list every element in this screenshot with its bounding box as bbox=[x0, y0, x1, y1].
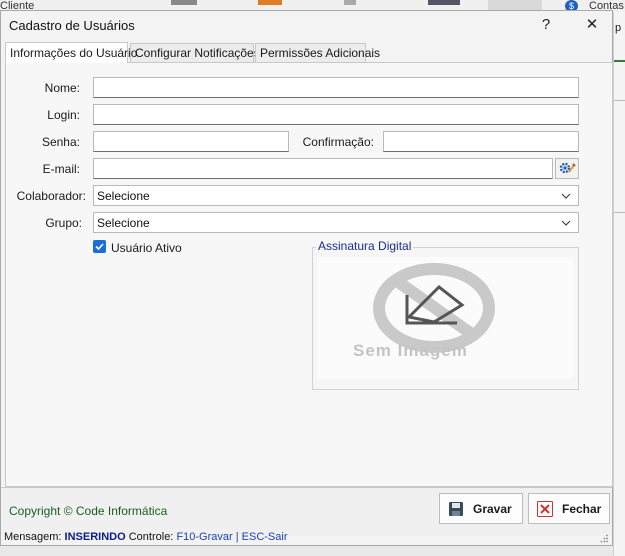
close-icon bbox=[537, 501, 553, 517]
password-field[interactable] bbox=[93, 131, 289, 152]
no-image-text: Sem Imagem bbox=[353, 341, 468, 360]
background-toolbar-icon bbox=[171, 0, 197, 5]
email-field[interactable] bbox=[93, 158, 553, 179]
close-dialog-button[interactable]: Fechar bbox=[528, 493, 610, 524]
mensagem-value: INSERINDO bbox=[64, 531, 126, 543]
controle-value: F10-Gravar | ESC-Sair bbox=[176, 531, 288, 543]
background-divider bbox=[614, 60, 625, 62]
login-field[interactable] bbox=[93, 104, 579, 125]
floppy-disk-icon bbox=[449, 502, 463, 516]
resize-grip-icon[interactable] bbox=[600, 534, 609, 543]
tab-notifications[interactable]: Configurar Notificações bbox=[130, 43, 260, 62]
status-bar: Mensagem: INSERINDO Controle: F10-Gravar… bbox=[4, 531, 288, 543]
help-button[interactable]: ? bbox=[534, 15, 558, 35]
nome-label: Nome: bbox=[44, 81, 80, 95]
close-button[interactable]: ✕ bbox=[580, 15, 604, 35]
gear-icon bbox=[559, 162, 576, 174]
colaborador-select[interactable]: Selecione bbox=[93, 185, 579, 206]
grupo-select[interactable]: Selecione bbox=[93, 212, 579, 233]
save-button[interactable]: Gravar bbox=[439, 493, 523, 524]
background-toolbar-icon bbox=[428, 0, 460, 5]
tab-additional-permissions[interactable]: Permissões Adicionais bbox=[255, 43, 380, 62]
email-settings-button[interactable] bbox=[555, 158, 579, 179]
close-button-label: Fechar bbox=[562, 502, 602, 516]
email-label: E-mail: bbox=[42, 162, 80, 176]
confirmacao-label: Confirmação: bbox=[302, 135, 374, 149]
password-confirmation-field[interactable] bbox=[383, 131, 579, 152]
chevron-down-icon bbox=[561, 193, 571, 199]
senha-label: Senha: bbox=[41, 135, 80, 149]
signature-legend: Assinatura Digital bbox=[316, 239, 414, 253]
grupo-selected-value: Selecione bbox=[97, 216, 150, 230]
mensagem-label: Mensagem: bbox=[4, 531, 62, 543]
chevron-down-icon bbox=[561, 220, 571, 226]
background-app-right-edge: p bbox=[613, 12, 625, 556]
copyright-text: Copyright © Code Informática bbox=[9, 504, 168, 518]
colaborador-label: Colaborador: bbox=[16, 189, 86, 203]
active-user-checkbox[interactable] bbox=[93, 240, 106, 253]
active-user-label: Usuário Ativo bbox=[111, 241, 182, 255]
nome-field[interactable] bbox=[93, 77, 579, 98]
controle-label: Controle: bbox=[128, 531, 174, 543]
background-divider bbox=[614, 212, 625, 213]
tab-user-info[interactable]: Informações do Usuário bbox=[5, 42, 137, 63]
title-bar: Cadastro de Usuários ? ✕ bbox=[1, 11, 612, 39]
grupo-label: Grupo: bbox=[45, 216, 82, 230]
background-fragment-text: p bbox=[615, 22, 622, 34]
colaborador-selected-value: Selecione bbox=[97, 189, 150, 203]
dialog-title: Cadastro de Usuários bbox=[9, 18, 135, 33]
user-registration-dialog: Cadastro de Usuários ? ✕ Informações do … bbox=[0, 10, 613, 546]
background-toolbar-icon bbox=[344, 0, 356, 5]
signature-image-area[interactable]: Sem Imagem bbox=[317, 257, 574, 378]
login-label: Login: bbox=[47, 108, 80, 122]
save-button-label: Gravar bbox=[473, 502, 512, 516]
dialog-footer: Copyright © Code Informática Gravar Fech… bbox=[1, 487, 612, 536]
user-info-panel: Nome: Login: Senha: Confirmação: E-mail:… bbox=[5, 62, 613, 487]
checkmark-icon bbox=[95, 243, 104, 251]
background-toolbar-icon bbox=[258, 0, 282, 5]
background-divider bbox=[614, 100, 625, 101]
signature-groupbox: Sem Imagem bbox=[312, 247, 579, 390]
